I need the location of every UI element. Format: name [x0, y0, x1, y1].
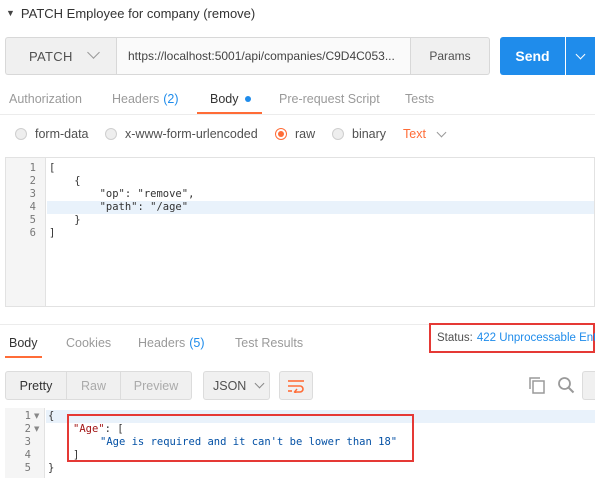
- radio-binary[interactable]: binary: [332, 124, 386, 144]
- view-label: Preview: [133, 378, 179, 393]
- active-tab-indicator: [5, 356, 42, 358]
- copy-button[interactable]: [526, 374, 548, 396]
- search-button[interactable]: [555, 374, 577, 396]
- tab-label: Body: [9, 336, 38, 350]
- line-number: 4: [29, 201, 36, 213]
- code-line: }: [49, 214, 81, 226]
- view-pretty-button[interactable]: Pretty: [5, 371, 67, 400]
- radio-label: binary: [352, 127, 387, 141]
- url-input[interactable]: https://localhost:5001/api/companies/C9D…: [116, 37, 411, 75]
- view-preview-button[interactable]: Preview: [120, 371, 192, 400]
- line-gutter: 1 ▼ 2 ▼ 3 4 5: [5, 408, 45, 478]
- view-label: Raw: [80, 378, 106, 393]
- status-indicator: Status: 422 Unprocessable Entity: [429, 323, 595, 353]
- view-label: Pretty: [19, 378, 53, 393]
- chevron-down-icon: [87, 46, 100, 59]
- radio-urlencoded[interactable]: x-www-form-urlencoded: [105, 124, 258, 144]
- radio-raw[interactable]: raw: [275, 124, 315, 144]
- radio-form-data[interactable]: form-data: [15, 124, 89, 144]
- tab-count: (5): [189, 336, 205, 350]
- params-button[interactable]: Params: [411, 37, 490, 75]
- code-line: "path": "/age": [49, 201, 189, 213]
- line-number: 1: [29, 162, 36, 174]
- tab-pre-request-script[interactable]: Pre-request Script: [279, 85, 380, 113]
- chevron-down-icon: [436, 127, 447, 137]
- code-line: [: [49, 162, 56, 174]
- response-tab-body[interactable]: Body: [9, 333, 38, 353]
- response-format-select[interactable]: JSON: [203, 371, 270, 400]
- radio-circle-icon: [105, 128, 117, 140]
- params-label: Params: [429, 49, 471, 63]
- fold-arrow-icon[interactable]: ▼: [34, 425, 39, 433]
- tab-authorization[interactable]: Authorization: [9, 85, 82, 113]
- chevron-down-icon: [254, 378, 265, 389]
- line-number: 2: [29, 175, 36, 187]
- method-label: PATCH: [29, 48, 73, 64]
- request-body-editor[interactable]: 1 2 3 4 5 6 [ { "op": "remove", "path": …: [5, 157, 595, 307]
- code-line: }: [48, 462, 55, 474]
- raw-format-select[interactable]: Text: [403, 124, 447, 144]
- response-tab-headers[interactable]: Headers (5): [138, 333, 205, 353]
- chevron-down-icon: [575, 49, 586, 59]
- tab-label: Test Results: [235, 336, 304, 350]
- modified-dot-icon: [244, 96, 251, 102]
- tab-label: Authorization: [9, 92, 82, 106]
- raw-format-label: Text: [403, 127, 426, 141]
- tabs-divider: [0, 114, 595, 115]
- search-icon: [558, 377, 575, 394]
- caret-down-icon[interactable]: ▼: [6, 8, 15, 18]
- line-number: 5: [24, 462, 31, 474]
- format-label: JSON: [213, 378, 247, 393]
- tab-body[interactable]: Body: [210, 85, 251, 113]
- code-line: "op": "remove",: [49, 188, 195, 200]
- send-label: Send: [515, 48, 550, 64]
- line-number: 3: [29, 188, 36, 200]
- tab-count: (2): [163, 92, 179, 106]
- active-tab-indicator: [197, 112, 262, 114]
- tab-label: Pre-request Script: [279, 92, 380, 106]
- code-line: {: [49, 175, 81, 187]
- error-highlight-box: [67, 414, 414, 462]
- request-title-text: PATCH Employee for company (remove): [20, 5, 256, 21]
- tab-label: Headers: [138, 336, 186, 350]
- radio-label: x-www-form-urlencoded: [125, 127, 258, 141]
- wrap-lines-button[interactable]: [279, 371, 313, 400]
- radio-circle-icon: [15, 128, 27, 140]
- copy-icon: [529, 377, 545, 394]
- code-line: ]: [49, 227, 56, 239]
- code-line: {: [48, 410, 55, 422]
- send-button[interactable]: Send: [500, 37, 565, 75]
- radio-label: raw: [295, 127, 316, 141]
- status-value: 422 Unprocessable Entity: [476, 332, 595, 344]
- url-text: https://localhost:5001/api/companies/C9D…: [128, 49, 395, 63]
- line-number: 2: [24, 423, 31, 435]
- view-raw-button[interactable]: Raw: [66, 371, 121, 400]
- line-number: 3: [24, 436, 31, 448]
- tab-headers[interactable]: Headers (2): [112, 85, 179, 113]
- line-number: 6: [29, 227, 36, 239]
- line-gutter: 1 2 3 4 5 6: [6, 158, 46, 306]
- radio-label: form-data: [35, 127, 89, 141]
- tab-label: Tests: [405, 92, 435, 106]
- wrap-lines-icon: [288, 379, 304, 393]
- request-title[interactable]: ▼ PATCH Employee for company (remove): [6, 4, 255, 22]
- status-label: Status:: [437, 332, 473, 344]
- tab-label: Body: [210, 92, 239, 106]
- method-select[interactable]: PATCH: [5, 37, 116, 75]
- tab-tests[interactable]: Tests: [405, 85, 434, 113]
- tab-label: Cookies: [66, 336, 112, 350]
- more-options-button[interactable]: [582, 371, 595, 400]
- line-number: 4: [24, 449, 31, 461]
- send-options-button[interactable]: [566, 37, 595, 75]
- line-number: 1: [24, 410, 31, 422]
- radio-circle-icon: [332, 128, 344, 140]
- radio-selected-icon: [275, 128, 287, 140]
- response-tab-cookies[interactable]: Cookies: [66, 333, 111, 353]
- tab-label: Headers: [112, 92, 160, 106]
- fold-arrow-icon[interactable]: ▼: [34, 412, 39, 420]
- line-number: 5: [29, 214, 36, 226]
- response-tab-test-results[interactable]: Test Results: [235, 333, 303, 353]
